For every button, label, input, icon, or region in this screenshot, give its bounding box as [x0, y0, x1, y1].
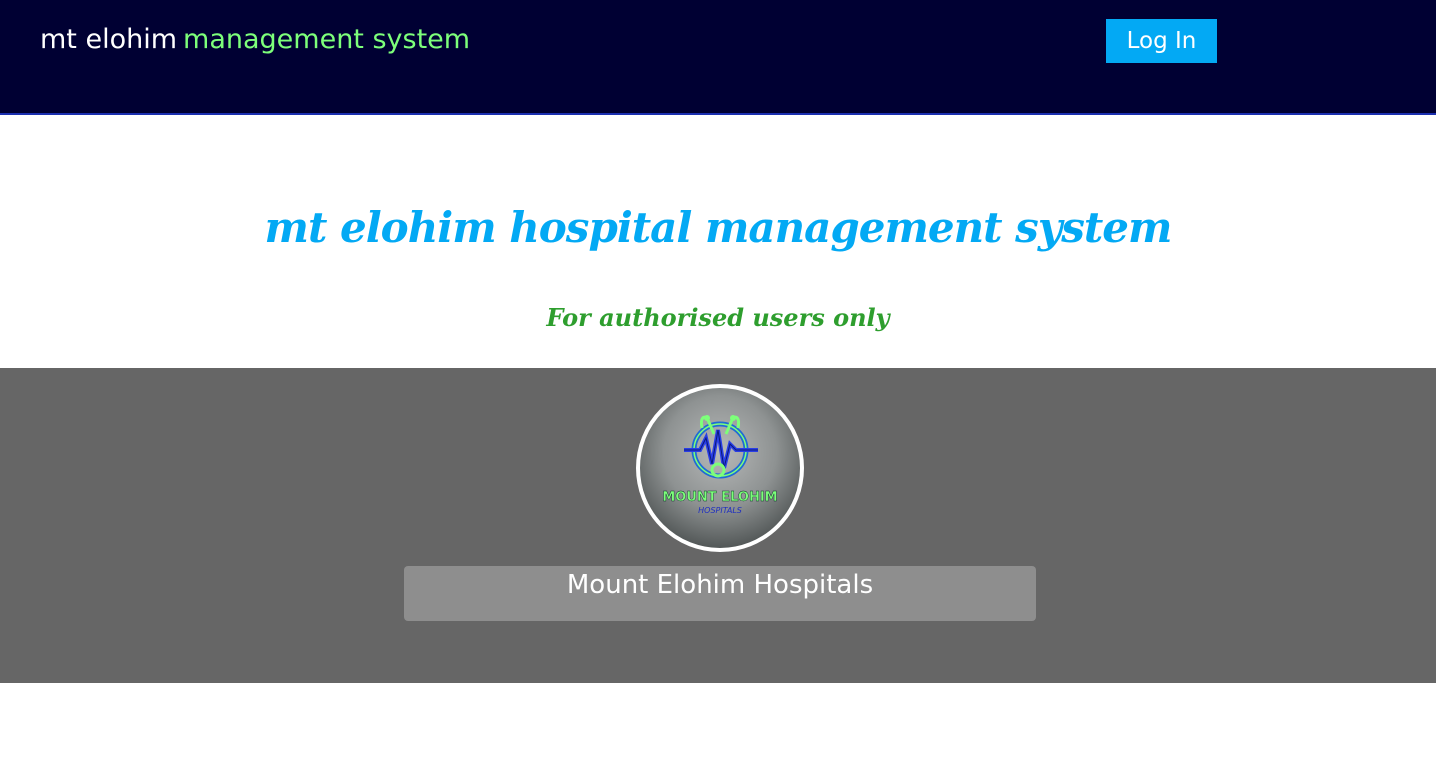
- brand-tagline: management system: [183, 24, 471, 55]
- login-button[interactable]: Log In: [1106, 19, 1217, 63]
- brand-title[interactable]: mt elohim management system: [40, 22, 470, 58]
- hospital-logo: MOUNT ELOHIM HOSPITALS: [636, 384, 804, 552]
- stethoscope-icon: MOUNT ELOHIM HOSPITALS: [662, 415, 778, 515]
- profile-section: MOUNT ELOHIM HOSPITALS Mount Elohim Hosp…: [0, 368, 1436, 683]
- page-title: mt elohim hospital management system: [264, 203, 1173, 252]
- logo-text-line2: HOSPITALS: [698, 506, 742, 515]
- page-subtitle: For authorised users only: [546, 303, 890, 332]
- hospital-name-label: Mount Elohim Hospitals: [404, 566, 1036, 621]
- logo-text-line1: MOUNT ELOHIM: [662, 490, 777, 505]
- brand-name: mt elohim: [40, 24, 178, 55]
- top-navbar: mt elohim management system Log In: [0, 0, 1436, 115]
